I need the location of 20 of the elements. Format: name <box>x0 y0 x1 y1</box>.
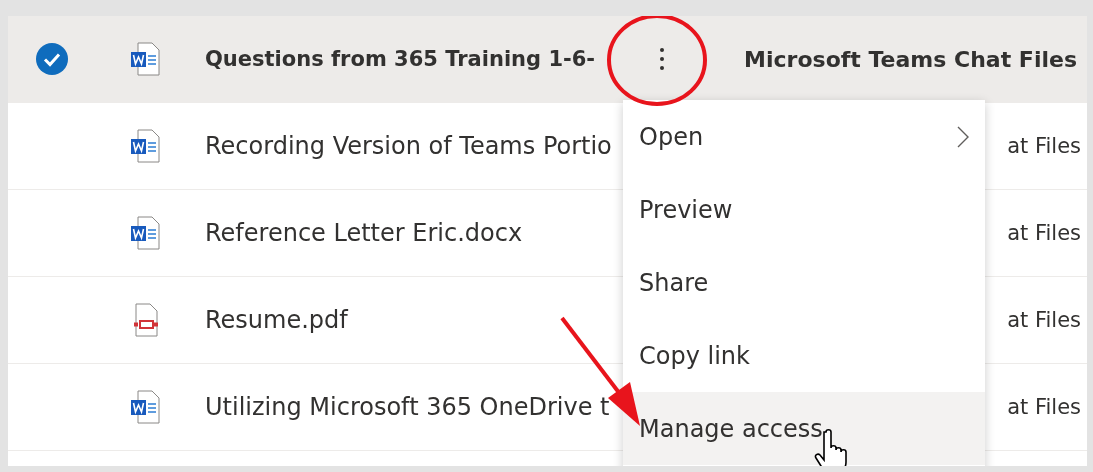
menu-item[interactable]: Copy link <box>623 319 985 392</box>
more-icon <box>659 47 665 71</box>
file-location: Microsoft Teams Chat Files <box>744 46 1077 72</box>
word-document-icon <box>129 216 163 250</box>
menu-item[interactable]: Open <box>623 100 985 173</box>
word-document-icon <box>129 129 163 163</box>
file-location: at Files <box>1007 134 1081 158</box>
word-document-icon <box>129 390 163 424</box>
file-row[interactable]: Questions from 365 Training 1-6- Microsoft Teams Chat Files <box>8 16 1087 103</box>
menu-item[interactable]: Preview <box>623 173 985 246</box>
word-document-icon <box>129 42 163 76</box>
pdf-file-icon <box>131 303 161 337</box>
file-location: at Files <box>1007 308 1081 332</box>
menu-item[interactable]: Share <box>623 246 985 319</box>
file-name[interactable]: Questions from 365 Training 1-6- <box>196 47 650 71</box>
file-location: at Files <box>1007 221 1081 245</box>
file-location: at Files <box>1007 395 1081 419</box>
chevron-right-icon <box>957 125 969 148</box>
menu-item[interactable]: Manage access <box>623 392 985 465</box>
check-circle-icon[interactable] <box>36 43 68 75</box>
